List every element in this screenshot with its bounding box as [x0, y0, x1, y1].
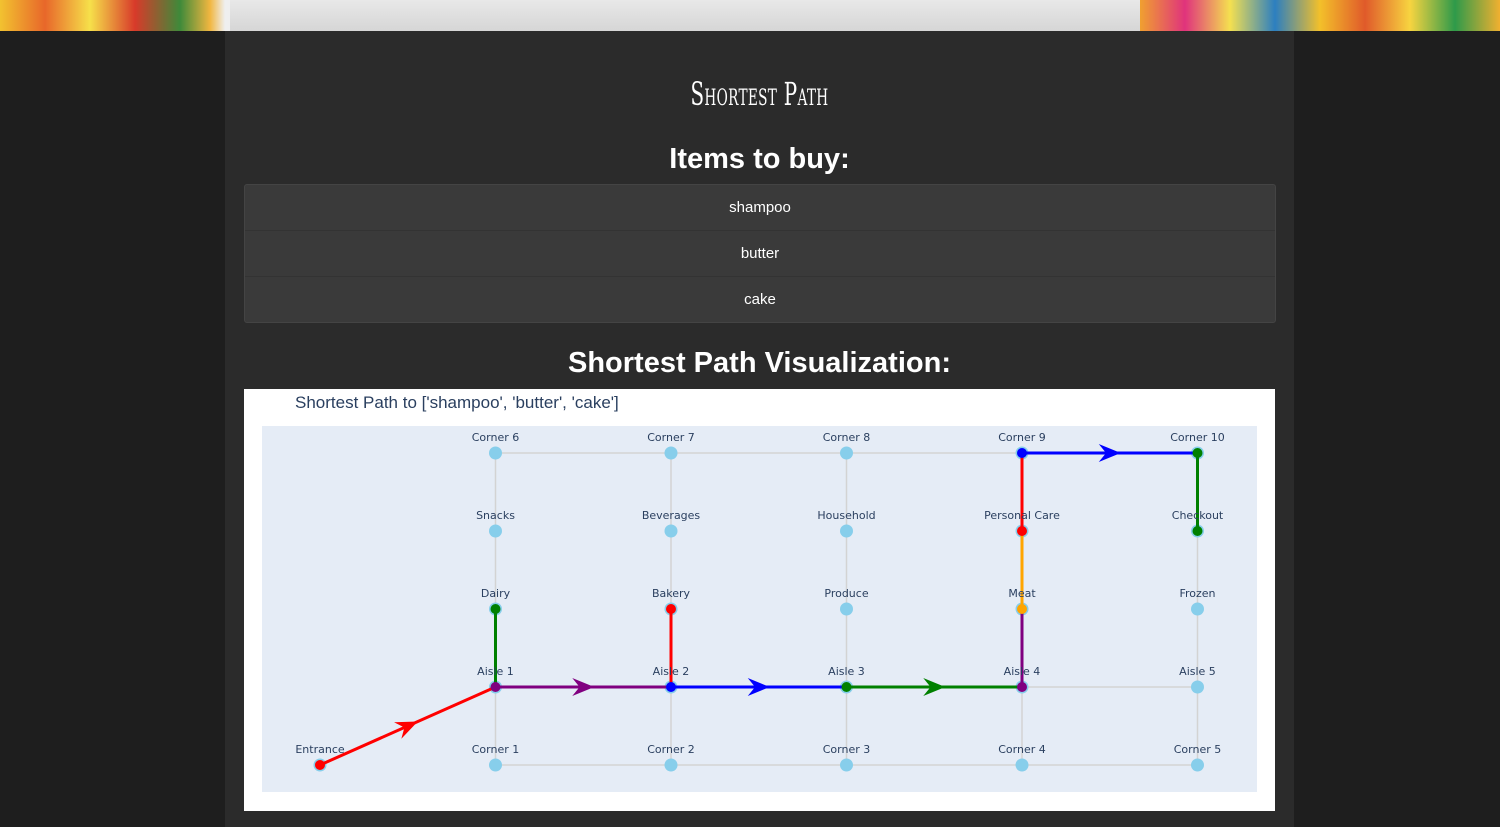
node-label: Meat	[1008, 587, 1036, 600]
node-label: Aisle 3	[828, 665, 865, 678]
node-label: Beverages	[642, 509, 701, 522]
node-label: Corner 5	[1174, 743, 1222, 756]
node-label: Corner 4	[998, 743, 1046, 756]
graph-node	[840, 602, 853, 616]
top-banner-image	[0, 0, 1500, 31]
visualization-heading: Shortest Path Visualization:	[568, 347, 951, 379]
highlighted-node	[490, 682, 501, 692]
graph-node	[840, 524, 853, 538]
list-item: cake	[744, 291, 776, 308]
graph-node	[1015, 758, 1029, 772]
chart-title: Shortest Path to ['shampoo', 'butter', '…	[295, 393, 619, 412]
node-label: Corner 2	[647, 743, 695, 756]
node-label: Aisle 1	[477, 665, 514, 678]
graph-node	[840, 758, 853, 772]
banner-shelf	[230, 0, 1140, 31]
node-label: Corner 10	[1170, 431, 1225, 444]
graph-node	[840, 446, 853, 460]
node-label: Snacks	[476, 509, 515, 522]
node-label: Bakery	[652, 587, 691, 600]
graph-node	[489, 524, 502, 538]
node-label: Produce	[824, 587, 868, 600]
node-label: Corner 3	[823, 743, 871, 756]
graph-node	[1191, 602, 1204, 616]
node-label: Dairy	[481, 587, 511, 600]
node-label: Checkout	[1172, 509, 1224, 522]
node-label: Corner 9	[998, 431, 1046, 444]
page-title: Shortest Path	[690, 75, 829, 113]
highlighted-node	[1192, 526, 1203, 536]
node-label: Aisle 5	[1179, 665, 1216, 678]
main-container: Shortest Path Items to buy: shampoo butt…	[225, 31, 1294, 827]
graph-node	[489, 446, 502, 460]
list-item: butter	[245, 231, 1275, 277]
plot-area[interactable]: Entrance Corner 6 Corner 7 Corner 8 Corner 9…	[262, 426, 1257, 792]
list-item: shampoo	[245, 185, 1275, 231]
items-heading: Items to buy:	[669, 143, 850, 175]
node-label: Corner 6	[472, 431, 520, 444]
node-label: Corner 8	[823, 431, 871, 444]
graph-node	[1191, 758, 1204, 772]
highlighted-node	[315, 760, 325, 770]
highlighted-node	[490, 604, 501, 614]
node-label: Aisle 4	[1004, 665, 1041, 678]
highlighted-node	[1017, 604, 1027, 614]
node-label: Frozen	[1179, 587, 1215, 600]
highlighted-node	[666, 682, 676, 692]
node-label: Household	[817, 509, 875, 522]
items-list: shampoo butter cake	[244, 184, 1276, 323]
graph-node	[1191, 680, 1204, 694]
node-label: Corner 7	[647, 431, 695, 444]
highlighted-node	[1017, 526, 1027, 536]
highlighted-node	[1192, 448, 1203, 458]
graph-node	[664, 446, 678, 460]
highlighted-node	[841, 682, 852, 692]
highlighted-node	[666, 604, 676, 614]
graph-node	[489, 758, 502, 772]
node-label: Aisle 2	[653, 665, 690, 678]
graph-node	[664, 758, 678, 772]
network-graph: Entrance Corner 6 Corner 7 Corner 8 Corner 9…	[295, 431, 1225, 772]
highlighted-node	[1017, 682, 1027, 692]
highlighted-node	[1017, 448, 1027, 458]
chart-container: Shortest Path to ['shampoo', 'butter', '…	[244, 389, 1275, 811]
node-label: Entrance	[295, 743, 345, 756]
node-label: Corner 1	[472, 743, 520, 756]
node-label: Personal Care	[984, 509, 1060, 522]
graph-node	[664, 524, 678, 538]
